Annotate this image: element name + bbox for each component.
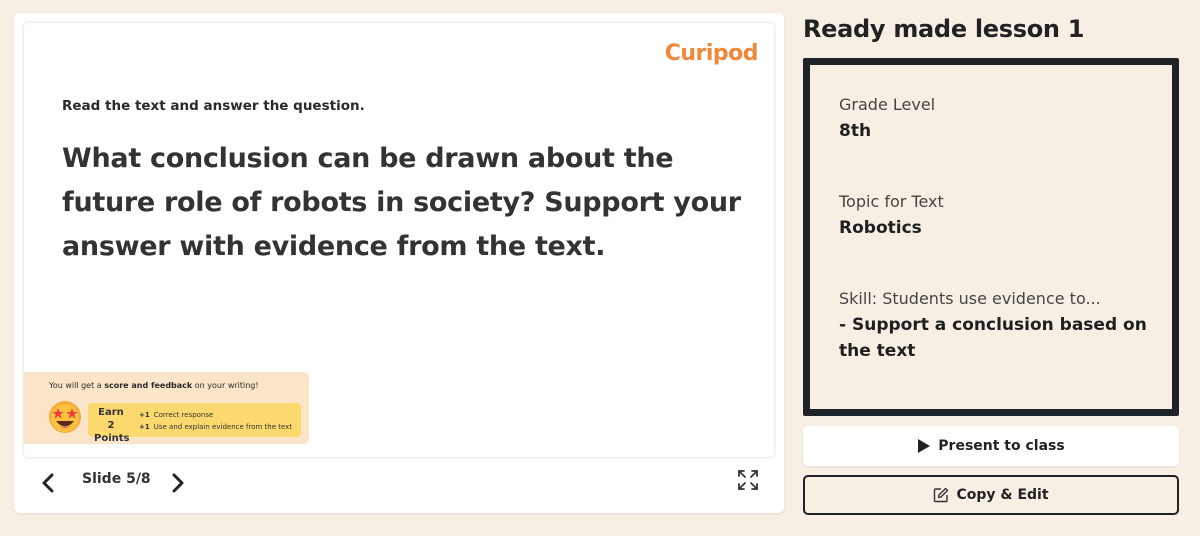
play-icon	[918, 439, 931, 453]
present-button-label: Present to class	[938, 438, 1065, 454]
present-to-class-button[interactable]: Present to class	[803, 426, 1179, 466]
slide-question: What conclusion can be drawn about the f…	[62, 143, 741, 262]
slide-viewer: Curipod Read the text and answer the que…	[14, 13, 784, 513]
previous-slide-button[interactable]	[34, 468, 62, 498]
earn-points-label: Earn 2 Points	[94, 407, 130, 444]
lesson-info-card: Grade Level 8th Topic for Text Robotics …	[803, 58, 1179, 416]
criteria-item: +1 Correct response	[139, 411, 214, 419]
chevron-left-icon	[42, 473, 54, 493]
grade-level-label: Grade Level	[839, 95, 936, 114]
earn-points-strip: Earn 2 Points +1 Correct response +1 Use a…	[88, 403, 301, 444]
slide-canvas: Curipod Read the text and answer the que…	[24, 23, 774, 457]
criteria-list: +1 Correct response +1 Use and explain evi…	[139, 409, 292, 433]
criteria-item: +1 Use and explain evidence from the text	[139, 423, 293, 431]
copy-button-label: Copy & Edit	[956, 487, 1049, 503]
grade-level-value: 8th	[839, 121, 872, 141]
edit-icon	[934, 487, 949, 503]
fullscreen-button[interactable]	[736, 468, 764, 496]
topic-value: Robotics	[839, 218, 922, 238]
copy-and-edit-button[interactable]: Copy & Edit	[803, 475, 1179, 515]
next-slide-button[interactable]	[164, 468, 192, 498]
score-feedback-text: You will get a score and feedback on you…	[49, 381, 259, 390]
skill-value: - Support a conclusion based on the text	[839, 315, 1147, 361]
slide-instruction: Read the text and answer the question.	[62, 98, 365, 114]
slide-counter: Slide 5/8	[82, 471, 151, 487]
expand-icon	[738, 470, 758, 490]
star-struck-emoji-icon	[49, 401, 81, 433]
chevron-right-icon	[172, 473, 184, 493]
lesson-title: Ready made lesson 1	[803, 15, 1085, 43]
score-feedback-panel: You will get a score and feedback on you…	[24, 372, 309, 444]
topic-label: Topic for Text	[839, 192, 944, 211]
skill-label: Skill: Students use evidence to...	[839, 289, 1101, 308]
curipod-logo: Curipod	[664, 41, 759, 66]
